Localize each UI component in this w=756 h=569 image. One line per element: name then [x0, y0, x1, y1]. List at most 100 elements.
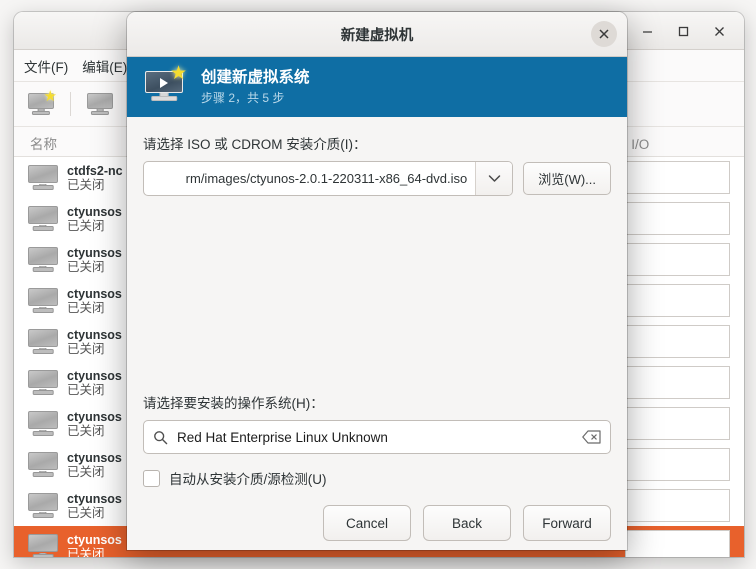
monitor-icon	[28, 452, 58, 477]
monitor-screen-shape	[28, 370, 58, 388]
vm-state: 已关闭	[67, 177, 105, 192]
maximize-button[interactable]	[666, 14, 700, 48]
star-badge-icon: ★	[43, 88, 57, 105]
new-vm-dialog: 新建虚拟机 ★ 创建新虚拟系统 步骤 2，共 5 步 请选择 ISO 或 CDR…	[127, 12, 627, 550]
vm-state: 已关闭	[67, 259, 105, 274]
dialog-title: 新建虚拟机	[340, 27, 414, 44]
close-button[interactable]	[702, 14, 736, 48]
monitor-screen-shape	[28, 411, 58, 429]
monitor-screen-shape	[28, 452, 58, 470]
monitor-base-shape	[32, 349, 54, 354]
monitor-base-shape	[32, 390, 54, 395]
monitor-base-shape	[32, 267, 54, 272]
vm-state: 已关闭	[67, 505, 105, 520]
autodetect-label: 自动从安装介质/源检测(U)	[169, 472, 327, 487]
os-search-field[interactable]: Red Hat Enterprise Linux Unknown	[143, 420, 611, 454]
dialog-body: 请选择 ISO 或 CDROM 安装介质(I)： rm/images/ctyun…	[127, 117, 627, 550]
io-sparkline	[625, 407, 730, 440]
menu-edit[interactable]: 编辑(E)	[82, 56, 127, 76]
vm-name: ctyunsos	[67, 327, 122, 342]
chevron-down-icon[interactable]	[475, 162, 513, 195]
minimize-button[interactable]	[630, 14, 664, 48]
io-sparkline	[625, 243, 730, 276]
vm-state: 已关闭	[67, 423, 105, 438]
monitor-base-shape	[151, 95, 177, 101]
vm-state: 已关闭	[67, 218, 105, 233]
browse-button[interactable]: 浏览(W)...	[523, 162, 611, 195]
io-sparkline	[625, 325, 730, 358]
clear-backspace-icon[interactable]	[582, 430, 601, 444]
banner-step: 步骤 2，共 5 步	[201, 90, 285, 105]
window-controls	[630, 12, 736, 50]
star-badge-icon: ★	[169, 63, 187, 84]
vm-state: 已关闭	[67, 546, 105, 558]
row-text: ctyunsos 已关闭	[67, 369, 122, 397]
open-vm-icon[interactable]	[87, 93, 113, 115]
autodetect-row[interactable]: 自动从安装介质/源检测(U)	[143, 468, 611, 488]
monitor-icon	[28, 288, 58, 313]
os-value[interactable]: Red Hat Enterprise Linux Unknown	[177, 430, 582, 445]
vm-state: 已关闭	[67, 382, 105, 397]
monitor-screen-shape	[28, 493, 58, 511]
monitor-base-shape	[90, 110, 110, 115]
screen: 文件(F) 编辑(E) ★ 名称 器 I/O ctdfs2-nc 已关闭 cty…	[0, 0, 756, 569]
monitor-icon	[28, 165, 58, 190]
monitor-base-shape	[32, 513, 54, 518]
dialog-banner: ★ 创建新虚拟系统 步骤 2，共 5 步	[127, 57, 627, 117]
menu-file[interactable]: 文件(F)	[24, 56, 68, 76]
iso-row: rm/images/ctyunos-2.0.1-220311-x86_64-dv…	[143, 161, 611, 196]
monitor-icon	[28, 247, 58, 272]
row-text: ctyunsos 已关闭	[67, 451, 122, 479]
column-header-name[interactable]: 名称	[30, 133, 57, 153]
iso-path-value[interactable]: rm/images/ctyunos-2.0.1-220311-x86_64-dv…	[144, 162, 475, 195]
monitor-play-star-icon: ★	[145, 64, 187, 105]
play-triangle-icon	[160, 78, 168, 88]
io-sparkline	[625, 202, 730, 235]
vm-name: ctyunsos	[67, 409, 122, 424]
monitor-base-shape	[32, 226, 54, 231]
monitor-base-shape	[32, 431, 54, 436]
iso-label: 请选择 ISO 或 CDROM 安装介质(I)：	[143, 137, 367, 152]
row-text: ctyunsos 已关闭	[67, 328, 122, 356]
dialog-actions: Cancel Back Forward	[127, 495, 627, 550]
row-text: ctyunsos 已关闭	[67, 246, 122, 274]
monitor-icon	[28, 206, 58, 231]
cancel-button[interactable]: Cancel	[323, 505, 411, 541]
monitor-base-shape	[32, 185, 54, 190]
dialog-close-icon[interactable]	[591, 21, 617, 47]
vm-state: 已关闭	[67, 464, 105, 479]
monitor-screen-shape	[28, 247, 58, 265]
autodetect-checkbox[interactable]	[143, 469, 160, 487]
monitor-screen-shape	[28, 206, 58, 224]
iso-combobox[interactable]: rm/images/ctyunos-2.0.1-220311-x86_64-dv…	[143, 161, 514, 196]
monitor-screen-shape	[28, 534, 58, 552]
io-sparkline	[625, 530, 730, 557]
vm-name: ctyunsos	[67, 450, 122, 465]
vm-name: ctyunsos	[67, 532, 122, 547]
dialog-titlebar: 新建虚拟机	[127, 12, 627, 57]
vm-name: ctdfs2-nc	[67, 163, 123, 178]
new-vm-icon[interactable]: ★	[28, 89, 57, 115]
vm-state: 已关闭	[67, 341, 105, 356]
banner-heading: 创建新虚拟系统	[201, 69, 310, 86]
io-sparkline	[625, 448, 730, 481]
io-sparkline	[625, 161, 730, 194]
monitor-screen-shape	[28, 288, 58, 306]
vm-state: 已关闭	[67, 300, 105, 315]
vm-name: ctyunsos	[67, 491, 122, 506]
io-sparkline	[625, 284, 730, 317]
back-button[interactable]: Back	[423, 505, 511, 541]
io-sparkline	[625, 366, 730, 399]
vm-name: ctyunsos	[67, 286, 122, 301]
banner-text: 创建新虚拟系统 步骤 2，共 5 步	[201, 69, 310, 105]
monitor-icon	[28, 493, 58, 518]
forward-button[interactable]: Forward	[523, 505, 611, 541]
row-text: ctyunsos 已关闭	[67, 287, 122, 315]
monitor-base-shape	[31, 110, 51, 115]
vm-name: ctyunsos	[67, 204, 122, 219]
row-text: ctyunsos 已关闭	[67, 492, 122, 520]
io-sparkline	[625, 489, 730, 522]
monitor-icon	[28, 370, 58, 395]
os-label: 请选择要安装的操作系统(H)：	[143, 396, 324, 411]
